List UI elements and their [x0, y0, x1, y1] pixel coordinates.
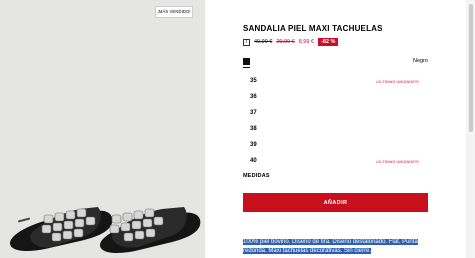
add-to-cart-button[interactable]: AÑADIR [243, 193, 428, 212]
size-option-39[interactable]: 39 [243, 140, 428, 154]
low-stock-note: ¡ÚLTIMAS UNIDADES! [376, 79, 420, 84]
description-line-1: 100% piel bovino. Diseño de tira. Diseño… [243, 239, 418, 245]
current-price: 8,99 € [298, 39, 315, 45]
size-option-35[interactable]: 35 ¡ÚLTIMAS UNIDADES! [243, 76, 428, 90]
size-option-40[interactable]: 40 ¡ÚLTIMAS UNIDADES! [243, 156, 428, 164]
color-swatch[interactable] [243, 58, 250, 65]
product-description: 100% piel bovino. Diseño de tira. Diseño… [243, 238, 423, 256]
color-name: Negro [413, 58, 428, 64]
size-label: 38 [250, 126, 257, 132]
size-label: 37 [250, 110, 257, 116]
swatch-selected-indicator [243, 67, 250, 68]
left-sandal [10, 207, 113, 251]
discount-badge: -82 % [318, 38, 339, 46]
product-info-panel: SANDALIA PIEL MAXI TACHUELAS i 49,99 € 2… [243, 0, 433, 258]
size-label: 40 [250, 158, 257, 164]
scrollbar-thumb[interactable] [469, 4, 473, 132]
original-price: 49,99 € [254, 39, 273, 45]
color-selector[interactable]: Negro [243, 57, 428, 68]
sandals-image [10, 207, 201, 253]
product-title: SANDALIA PIEL MAXI TACHUELAS [243, 24, 383, 33]
bestseller-badge: ¡MÁS VENDIDO! [155, 6, 193, 18]
size-list[interactable]: 35 ¡ÚLTIMAS UNIDADES! 36 37 38 39 40 ¡ÚL… [243, 76, 428, 164]
size-label: 35 [250, 78, 257, 84]
size-label: 36 [250, 94, 257, 100]
right-sandal [100, 207, 201, 253]
price-row: i 49,99 € 29,99 € 8,99 € -82 % [243, 37, 339, 47]
description-line-2: redonda. Maxi tachuelas decorativas. Sin… [243, 248, 372, 254]
size-option-37[interactable]: 37 [243, 108, 428, 122]
size-option-36[interactable]: 36 [243, 92, 428, 106]
low-stock-note: ¡ÚLTIMAS UNIDADES! [376, 159, 420, 164]
info-icon[interactable]: i [243, 38, 250, 46]
size-label: 39 [250, 142, 257, 148]
size-option-38[interactable]: 38 [243, 124, 428, 138]
previous-price: 29,99 € [276, 39, 295, 45]
measures-link[interactable]: MEDIDAS [243, 173, 270, 179]
product-image-panel[interactable]: ¡MÁS VENDIDO! [0, 0, 205, 258]
